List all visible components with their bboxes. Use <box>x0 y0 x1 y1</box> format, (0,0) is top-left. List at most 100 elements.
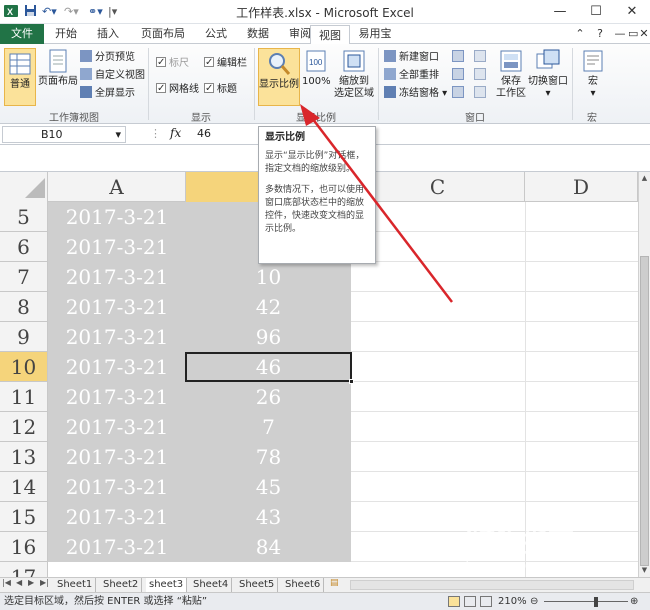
cell-a9[interactable]: 2017-3-21 <box>48 322 186 352</box>
sheet-tab-sheet6[interactable]: Sheet6 <box>282 578 325 592</box>
workbook-restore-icon[interactable]: ▭ <box>628 24 638 44</box>
chevron-down-icon[interactable]: ▾ <box>115 127 121 143</box>
new-window-button[interactable]: 新建窗口 <box>384 50 439 66</box>
sheet-nav-next-icon[interactable]: ▶ <box>28 578 34 587</box>
split-button[interactable] <box>452 50 467 66</box>
row-header-10[interactable]: 10 <box>0 352 48 382</box>
cell-a14[interactable]: 2017-3-21 <box>48 472 186 502</box>
minimize-button[interactable]: — <box>548 2 572 22</box>
headings-checkbox[interactable]: 标题 <box>204 81 237 98</box>
cell-a12[interactable]: 2017-3-21 <box>48 412 186 442</box>
reset-position-button[interactable] <box>474 86 489 102</box>
freeze-panes-button[interactable]: 冻结窗格 ▾ <box>384 86 447 102</box>
normal-view-status-icon[interactable] <box>448 596 460 607</box>
normal-view-button[interactable]: 普通 <box>4 48 36 106</box>
row-header-12[interactable]: 12 <box>0 412 48 442</box>
view-side-by-side-button[interactable] <box>474 50 489 66</box>
tab-home[interactable]: 开始 <box>46 24 86 44</box>
maximize-button[interactable]: ☐ <box>584 2 608 22</box>
page-layout-view-button[interactable]: 页面布局 <box>38 48 78 88</box>
full-screen-button[interactable]: 全屏显示 <box>80 86 135 102</box>
cell-b14[interactable]: 45 <box>186 472 351 502</box>
scroll-down-icon[interactable]: ▼ <box>640 566 649 576</box>
hide-button[interactable] <box>452 68 467 84</box>
sync-scroll-button[interactable] <box>474 68 489 84</box>
horizontal-scrollbar[interactable] <box>350 580 634 590</box>
zoom-level[interactable]: 210% <box>498 593 527 610</box>
help-collapse-icon[interactable]: ⌃ <box>572 24 588 44</box>
tab-formulas[interactable]: 公式 <box>196 24 236 44</box>
vertical-scrollbar[interactable]: ▲ ▼ <box>638 172 650 577</box>
row-header-9[interactable]: 9 <box>0 322 48 352</box>
sheet-nav-last-icon[interactable]: ▶| <box>40 578 49 587</box>
cell-a16[interactable]: 2017-3-21 <box>48 532 186 562</box>
fill-handle[interactable] <box>349 379 354 384</box>
zoom-slider-thumb[interactable] <box>594 597 598 607</box>
cell-a8[interactable]: 2017-3-21 <box>48 292 186 322</box>
tab-page-layout[interactable]: 页面布局 <box>132 24 194 44</box>
zoom-to-selection-button[interactable]: 缩放到 选定区域 <box>332 48 376 100</box>
row-header-5[interactable]: 5 <box>0 202 48 232</box>
sheet-tab-sheet3[interactable]: sheet3 <box>146 578 188 592</box>
column-header-c[interactable]: C <box>351 172 525 202</box>
cell-a7[interactable]: 2017-3-21 <box>48 262 186 292</box>
cell-b12[interactable]: 7 <box>186 412 351 442</box>
sheet-tab-sheet2[interactable]: Sheet2 <box>100 578 143 592</box>
cell-b11[interactable]: 26 <box>186 382 351 412</box>
tab-data[interactable]: 数据 <box>238 24 278 44</box>
cell-a6[interactable]: 2017-3-21 <box>48 232 186 262</box>
formula-bar-checkbox[interactable]: 编辑栏 <box>204 55 247 72</box>
unhide-button[interactable] <box>452 86 467 102</box>
cell-a15[interactable]: 2017-3-21 <box>48 502 186 532</box>
page-break-status-icon[interactable] <box>480 596 492 607</box>
cell-a11[interactable]: 2017-3-21 <box>48 382 186 412</box>
save-workspace-button[interactable]: 保存 工作区 <box>496 48 526 100</box>
cell-b16[interactable]: 84 <box>186 532 351 562</box>
scroll-thumb[interactable] <box>640 256 649 566</box>
macros-button[interactable]: 宏 ▾ <box>578 48 608 100</box>
cell-b7[interactable]: 10 <box>186 262 351 292</box>
cell-b15[interactable]: 43 <box>186 502 351 532</box>
tab-view[interactable]: 视图 <box>310 25 350 45</box>
page-break-preview-button[interactable]: 分页预览 <box>80 50 135 66</box>
sheet-tab-sheet5[interactable]: Sheet5 <box>236 578 279 592</box>
cell-a5[interactable]: 2017-3-21 <box>48 202 186 232</box>
tab-insert[interactable]: 插入 <box>88 24 128 44</box>
switch-windows-button[interactable]: 切换窗口 ▾ <box>528 48 568 100</box>
column-header-a[interactable]: A <box>48 172 186 202</box>
name-box[interactable]: B10 ▾ <box>2 126 126 143</box>
sheet-nav-first-icon[interactable]: |◀ <box>2 578 11 587</box>
row-header-6[interactable]: 6 <box>0 232 48 262</box>
workbook-close-icon[interactable]: ✕ <box>638 24 650 44</box>
custom-views-button[interactable]: 自定义视图 <box>80 68 145 84</box>
cell-a10[interactable]: 2017-3-21 <box>48 352 186 382</box>
zoom-slider[interactable] <box>544 601 628 602</box>
sheet-tab-sheet1[interactable]: Sheet1 <box>54 578 97 592</box>
zoom-100-button[interactable]: 100 100% <box>302 48 331 88</box>
close-button[interactable]: ✕ <box>620 2 644 22</box>
tab-easy-tools[interactable]: 易用宝 <box>352 24 398 44</box>
row-header-14[interactable]: 14 <box>0 472 48 502</box>
scroll-up-icon[interactable]: ▲ <box>640 174 649 184</box>
sheet-tab-sheet4[interactable]: Sheet4 <box>190 578 233 592</box>
row-header-7[interactable]: 7 <box>0 262 48 292</box>
row-header-15[interactable]: 15 <box>0 502 48 532</box>
insert-sheet-icon[interactable]: ▤ <box>330 578 339 588</box>
arrange-all-button[interactable]: 全部重排 <box>384 68 439 84</box>
insert-function-icon[interactable]: fx <box>170 126 181 140</box>
zoom-button[interactable]: 显示比例 <box>258 48 300 106</box>
cell-b13[interactable]: 78 <box>186 442 351 472</box>
sheet-nav-prev-icon[interactable]: ◀ <box>16 578 22 587</box>
tab-file[interactable]: 文件 <box>0 24 44 44</box>
workbook-minimize-icon[interactable]: — <box>612 24 628 44</box>
column-header-d[interactable]: D <box>525 172 638 202</box>
row-header-8[interactable]: 8 <box>0 292 48 322</box>
zoom-out-icon[interactable]: ⊖ <box>530 593 538 610</box>
cell-b8[interactable]: 42 <box>186 292 351 322</box>
formula-input[interactable]: 46 <box>197 127 211 140</box>
ruler-checkbox[interactable]: 标尺 <box>156 55 189 72</box>
select-all-corner[interactable] <box>0 172 48 202</box>
help-icon[interactable]: ? <box>592 24 608 44</box>
row-header-11[interactable]: 11 <box>0 382 48 412</box>
row-header-16[interactable]: 16 <box>0 532 48 562</box>
